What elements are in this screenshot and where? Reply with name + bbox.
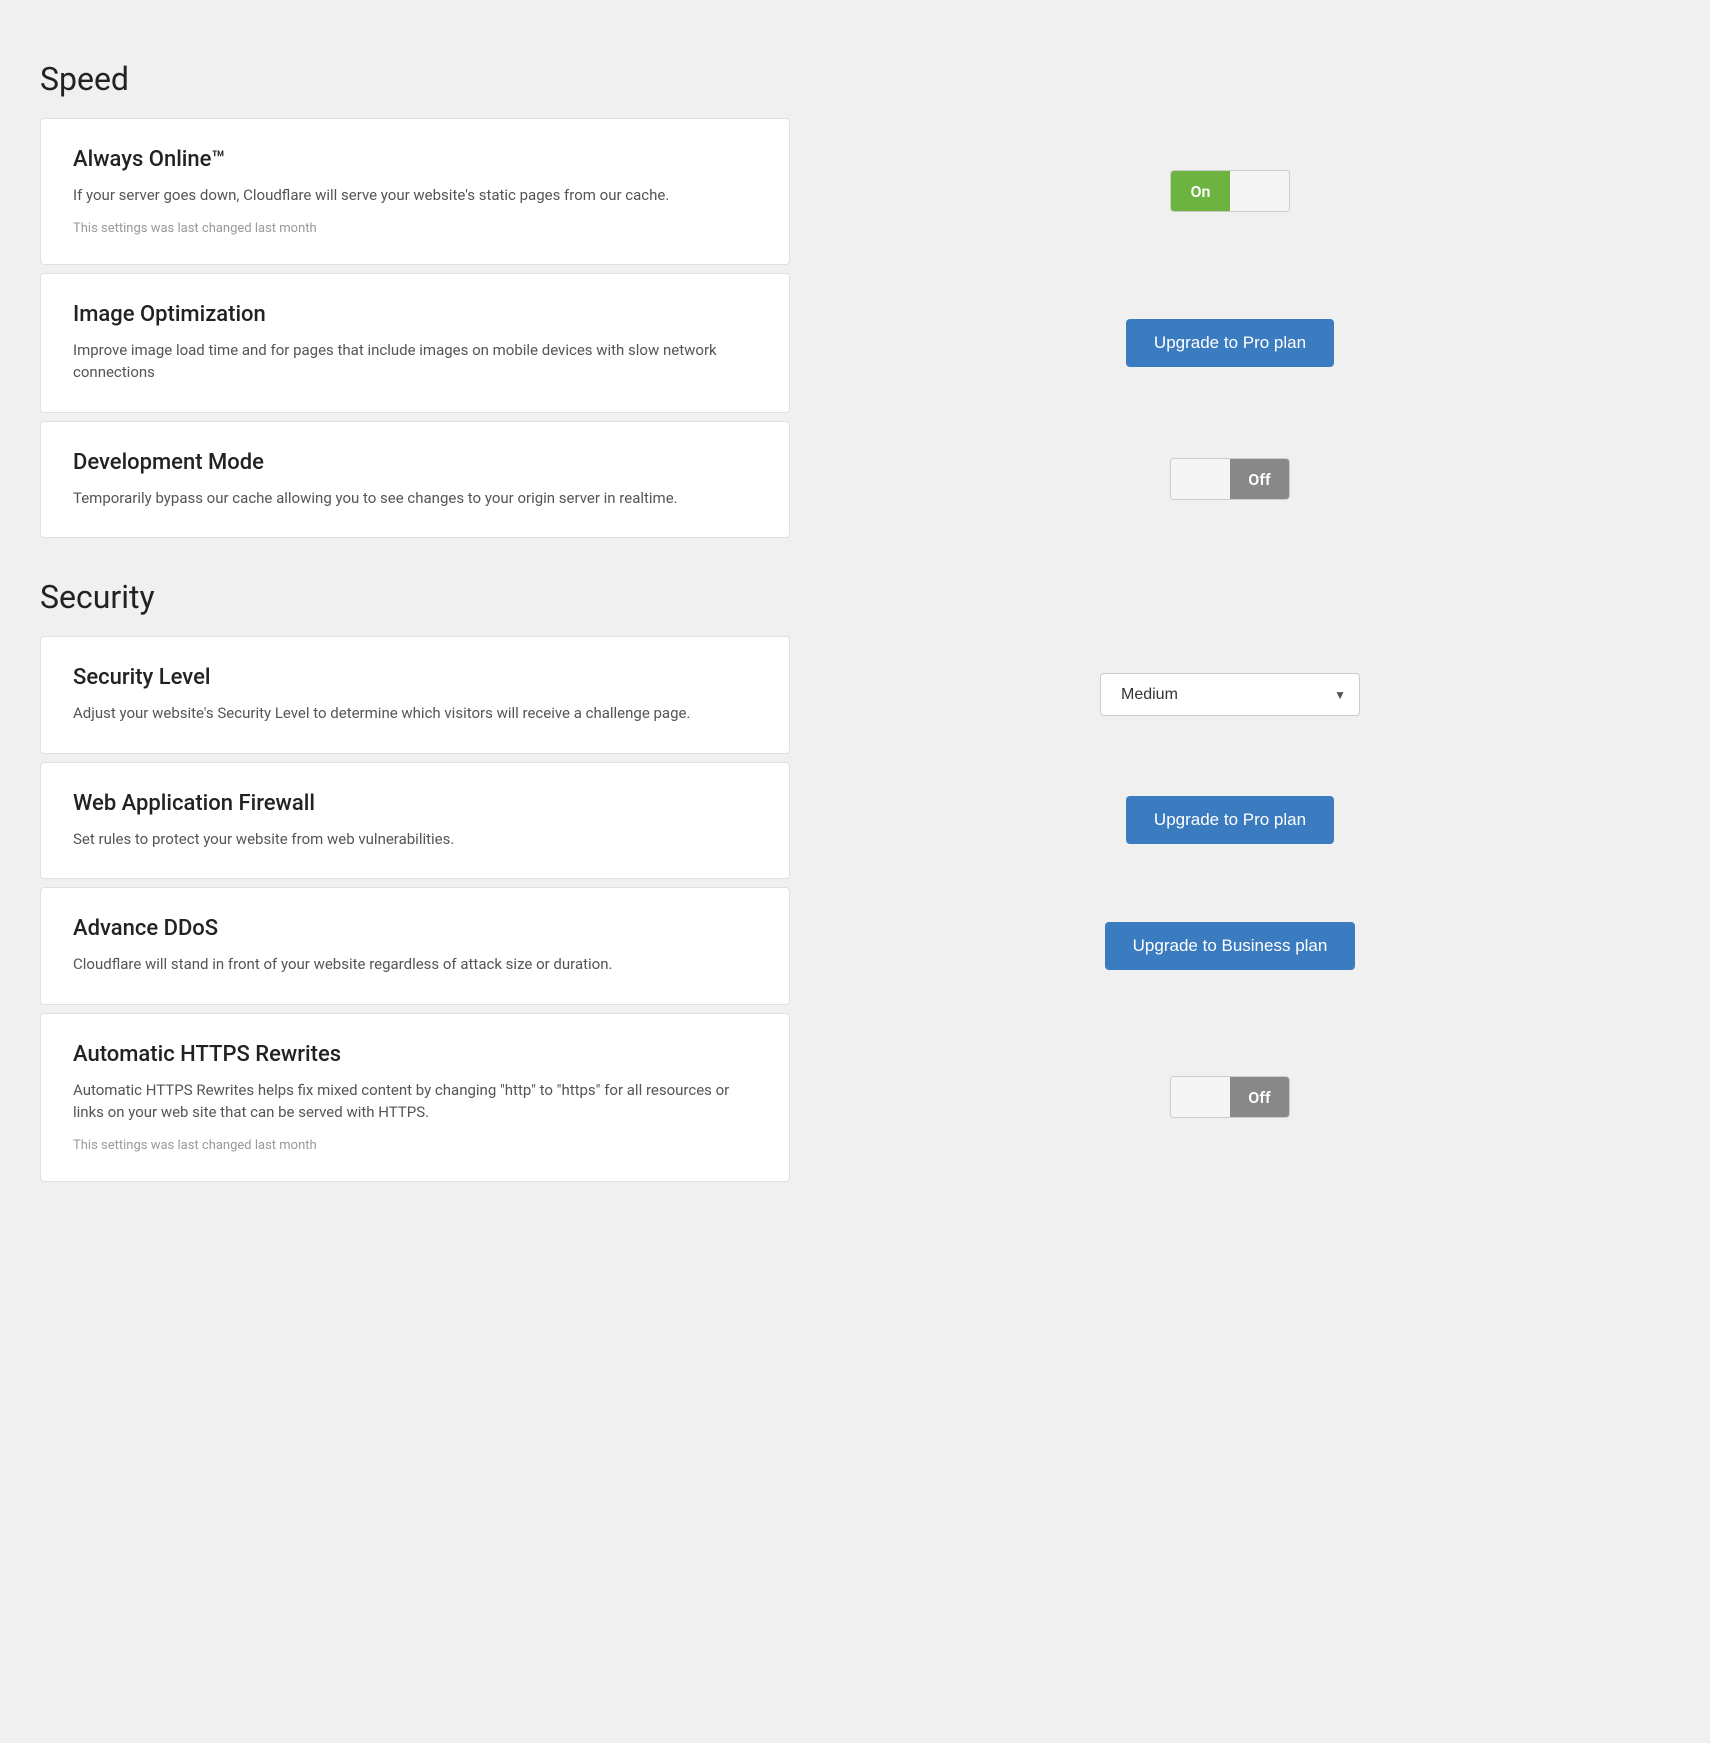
image-optimization-action: Upgrade to Pro plan (790, 273, 1670, 413)
development-mode-title: Development Mode (73, 450, 757, 475)
always-online-row: Always Online™ If your server goes down,… (40, 118, 1670, 265)
ddos-description: Cloudflare will stand in front of your w… (73, 953, 757, 976)
ddos-action: Upgrade to Business plan (790, 887, 1670, 1005)
https-rewrites-toggle-on-side[interactable] (1171, 1077, 1230, 1117)
always-online-note: This settings was last changed last mont… (73, 221, 757, 236)
waf-title: Web Application Firewall (73, 791, 757, 816)
security-section-title: Security (40, 578, 1670, 616)
image-optimization-row: Image Optimization Improve image load ti… (40, 273, 1670, 413)
always-online-toggle[interactable]: On (1170, 170, 1290, 212)
always-online-card: Always Online™ If your server goes down,… (40, 118, 790, 265)
security-level-select-wrapper: Essentially Off Low Medium High I'm Unde… (1100, 673, 1360, 716)
ddos-card: Advance DDoS Cloudflare will stand in fr… (40, 887, 790, 1005)
security-level-card: Security Level Adjust your website's Sec… (40, 636, 790, 754)
image-optimization-description: Improve image load time and for pages th… (73, 339, 757, 384)
development-mode-description: Temporarily bypass our cache allowing yo… (73, 487, 757, 510)
ddos-upgrade-button[interactable]: Upgrade to Business plan (1105, 922, 1356, 970)
image-optimization-card: Image Optimization Improve image load ti… (40, 273, 790, 413)
development-mode-toggle-on-side[interactable] (1171, 459, 1230, 499)
https-rewrites-card: Automatic HTTPS Rewrites Automatic HTTPS… (40, 1013, 790, 1182)
development-mode-row: Development Mode Temporarily bypass our … (40, 421, 1670, 539)
waf-card: Web Application Firewall Set rules to pr… (40, 762, 790, 880)
waf-row: Web Application Firewall Set rules to pr… (40, 762, 1670, 880)
security-level-title: Security Level (73, 665, 757, 690)
image-optimization-title: Image Optimization (73, 302, 757, 327)
development-mode-action: Off (790, 421, 1670, 539)
waf-upgrade-button[interactable]: Upgrade to Pro plan (1126, 796, 1334, 844)
ddos-title: Advance DDoS (73, 916, 757, 941)
always-online-action: On (790, 118, 1670, 265)
https-rewrites-note: This settings was last changed last mont… (73, 1138, 757, 1153)
https-rewrites-toggle-off[interactable]: Off (1230, 1077, 1289, 1117)
waf-action: Upgrade to Pro plan (790, 762, 1670, 880)
development-mode-toggle-off[interactable]: Off (1230, 459, 1289, 499)
https-rewrites-title: Automatic HTTPS Rewrites (73, 1042, 757, 1067)
always-online-title: Always Online™ (73, 147, 757, 172)
always-online-toggle-on[interactable]: On (1171, 171, 1230, 211)
https-rewrites-toggle[interactable]: Off (1170, 1076, 1290, 1118)
https-rewrites-description: Automatic HTTPS Rewrites helps fix mixed… (73, 1079, 757, 1124)
development-mode-toggle[interactable]: Off (1170, 458, 1290, 500)
https-rewrites-action: Off (790, 1013, 1670, 1182)
https-rewrites-row: Automatic HTTPS Rewrites Automatic HTTPS… (40, 1013, 1670, 1182)
image-optimization-upgrade-button[interactable]: Upgrade to Pro plan (1126, 319, 1334, 367)
always-online-description: If your server goes down, Cloudflare wil… (73, 184, 757, 207)
security-level-description: Adjust your website's Security Level to … (73, 702, 757, 725)
security-level-row: Security Level Adjust your website's Sec… (40, 636, 1670, 754)
speed-section-title: Speed (40, 60, 1670, 98)
ddos-row: Advance DDoS Cloudflare will stand in fr… (40, 887, 1670, 1005)
development-mode-card: Development Mode Temporarily bypass our … (40, 421, 790, 539)
security-level-select[interactable]: Essentially Off Low Medium High I'm Unde… (1100, 673, 1360, 716)
security-level-action: Essentially Off Low Medium High I'm Unde… (790, 636, 1670, 754)
always-online-toggle-off-side[interactable] (1230, 171, 1289, 211)
waf-description: Set rules to protect your website from w… (73, 828, 757, 851)
